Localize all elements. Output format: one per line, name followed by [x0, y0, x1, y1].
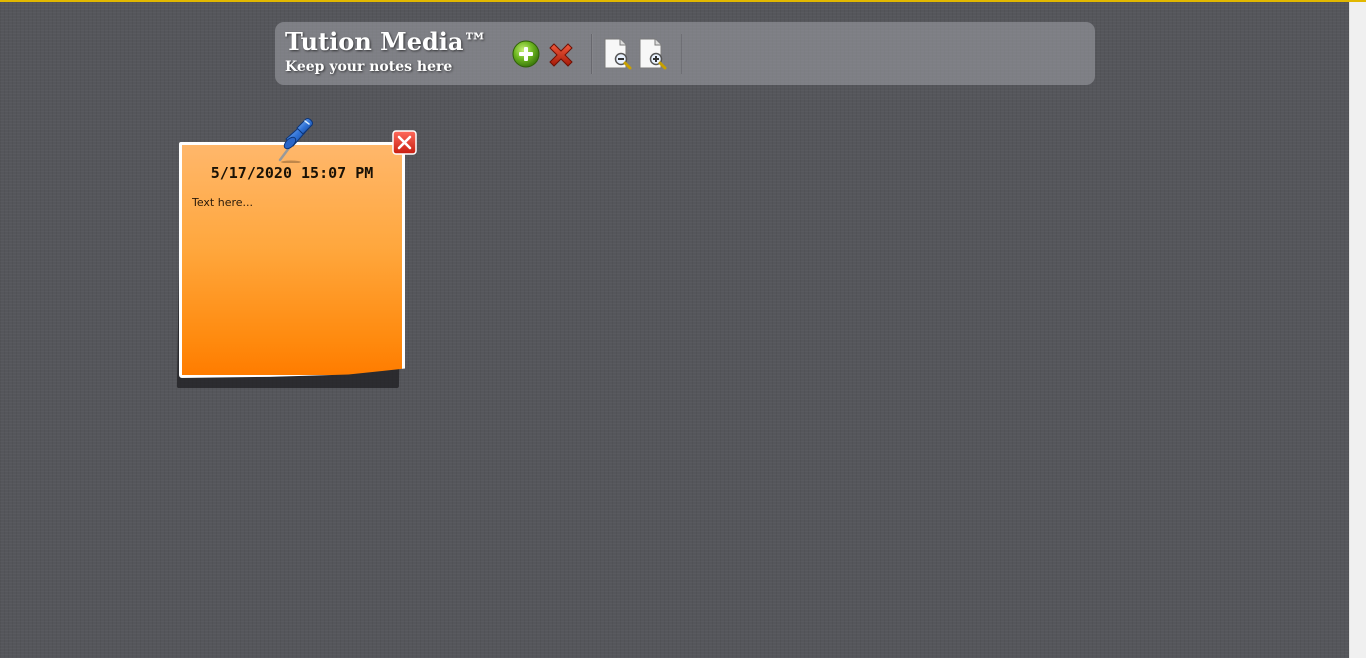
close-icon: [392, 130, 417, 155]
close-note-button[interactable]: [392, 130, 417, 155]
toolbar: Tution Media™ Keep your notes here: [275, 22, 1095, 85]
note-text-input[interactable]: [192, 196, 392, 356]
zoom-out-button[interactable]: [602, 37, 634, 71]
zoom-in-button[interactable]: [637, 37, 669, 71]
document-zoom-out-icon: [604, 38, 632, 70]
sticky-note[interactable]: 5/17/2020 15:07 PM: [176, 142, 405, 388]
top-accent-border: [0, 0, 1366, 2]
document-zoom-in-icon: [639, 38, 667, 70]
delete-x-icon: [549, 43, 573, 67]
app-title: Tution Media™: [285, 27, 488, 56]
toolbar-divider: [681, 34, 682, 74]
delete-all-button[interactable]: [545, 39, 577, 71]
vertical-scrollbar[interactable]: [1349, 2, 1366, 658]
note-date: 5/17/2020 15:07 PM: [210, 164, 374, 182]
app-subtitle: Keep your notes here: [285, 59, 453, 75]
toolbar-divider: [591, 34, 593, 74]
add-circle-icon: [512, 40, 540, 68]
pushpin-icon: [275, 115, 317, 164]
add-note-button[interactable]: [511, 39, 541, 69]
